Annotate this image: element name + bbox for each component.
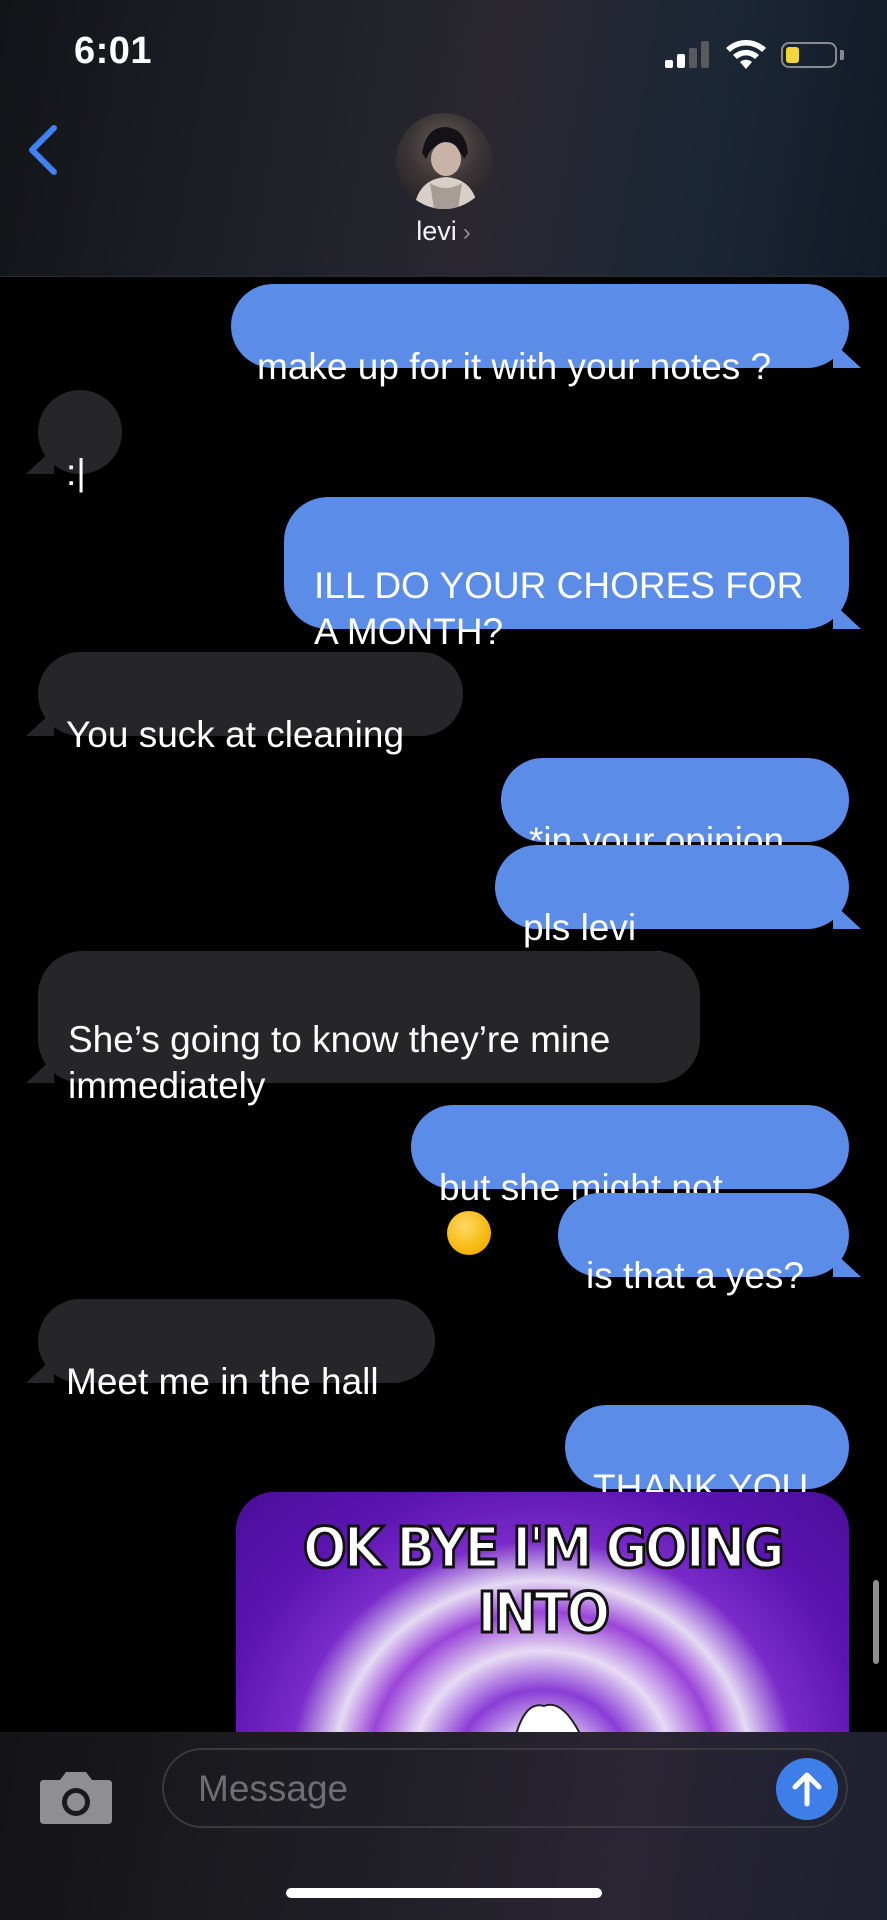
contact-name: levi bbox=[416, 216, 457, 246]
home-indicator[interactable] bbox=[286, 1888, 602, 1898]
arrow-up-icon bbox=[792, 1772, 822, 1807]
message-field[interactable] bbox=[162, 1748, 848, 1828]
message-text: :| bbox=[66, 452, 86, 493]
hello-kitty-ear-icon bbox=[515, 1703, 581, 1732]
conversation-header: 6:01 levi › bbox=[0, 0, 887, 277]
message-input[interactable] bbox=[196, 1764, 720, 1814]
message-text: make up for it with your notes ? bbox=[257, 346, 772, 387]
status-time: 6:01 bbox=[74, 30, 153, 72]
camera-icon[interactable] bbox=[38, 1768, 114, 1826]
wifi-icon bbox=[726, 40, 766, 69]
star-struck-emoji-icon bbox=[447, 1211, 491, 1256]
meme-image-message[interactable]: OK BYE I'M GOING INTO bbox=[236, 1492, 849, 1732]
message-text: ILL DO YOUR CHORES FOR A MONTH? bbox=[314, 565, 804, 652]
sent-message[interactable]: *in your opinion bbox=[501, 758, 849, 861]
back-chevron-icon[interactable] bbox=[24, 122, 64, 178]
scroll-indicator[interactable] bbox=[873, 1580, 879, 1664]
message-text: is that a yes? bbox=[586, 1255, 805, 1296]
sent-message[interactable]: ILL DO YOUR CHORES FOR A MONTH? bbox=[284, 497, 849, 652]
sent-message[interactable]: pls levi bbox=[495, 845, 849, 996]
contact-name-button[interactable]: levi › bbox=[0, 216, 887, 247]
message-text: Meet me in the hall bbox=[66, 1361, 379, 1402]
received-message[interactable]: :| bbox=[38, 390, 122, 493]
chevron-right-icon: › bbox=[462, 219, 471, 246]
sent-message[interactable]: but she might not bbox=[411, 1105, 849, 1256]
sent-message[interactable]: make up for it with your notes ? bbox=[231, 284, 849, 387]
contact-avatar[interactable] bbox=[396, 113, 492, 209]
message-text: pls levi bbox=[523, 907, 637, 948]
sent-message[interactable]: is that a yes? bbox=[558, 1193, 849, 1296]
send-button[interactable] bbox=[776, 1758, 838, 1820]
status-icons bbox=[665, 38, 855, 72]
received-message[interactable]: Meet me in the hall bbox=[38, 1299, 435, 1402]
message-text: She’s going to know they’re mine immedia… bbox=[68, 1019, 611, 1106]
sent-message[interactable]: THANK YOU bbox=[565, 1405, 849, 1508]
signal-icon bbox=[665, 40, 711, 68]
received-message[interactable]: She’s going to know they’re mine immedia… bbox=[38, 951, 700, 1106]
meme-caption: OK BYE I'M GOING INTO bbox=[302, 1515, 787, 1648]
battery-icon bbox=[781, 42, 837, 68]
received-message[interactable]: You suck at cleaning bbox=[38, 652, 463, 755]
message-text: You suck at cleaning bbox=[66, 714, 405, 755]
